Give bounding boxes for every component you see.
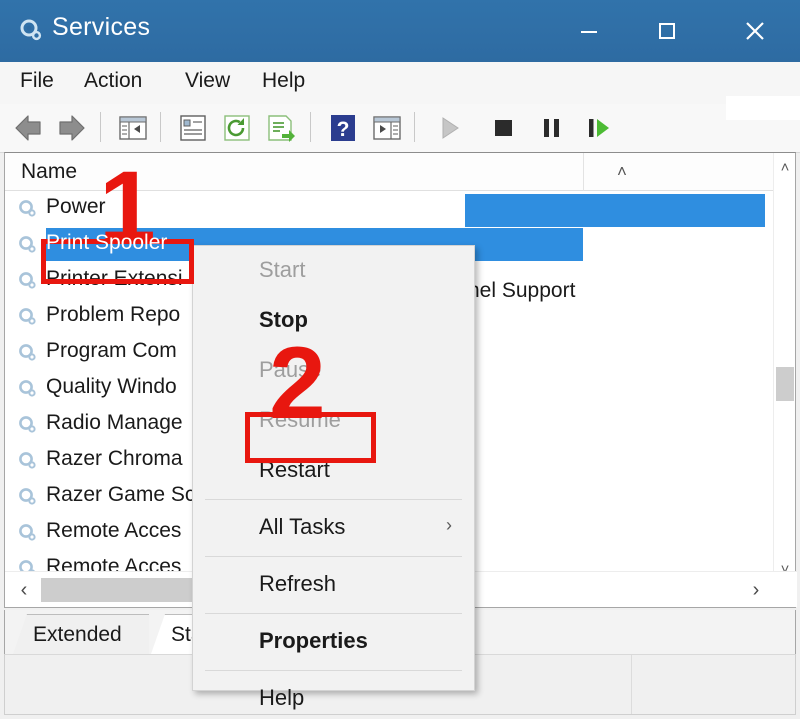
menu-item-refresh[interactable]: Refresh xyxy=(193,560,474,610)
toolbar-separator xyxy=(310,112,311,142)
menu-item-stop[interactable]: Stop xyxy=(193,296,474,346)
menu-item-action[interactable]: Action xyxy=(84,69,142,93)
services-gear-icon xyxy=(18,18,44,44)
show-hide-console-tree-icon[interactable] xyxy=(116,112,150,144)
refresh-icon[interactable] xyxy=(220,112,254,144)
service-name: Remote Acces xyxy=(46,555,181,571)
menu-item-label: Start xyxy=(259,257,305,283)
sort-ascending-icon: ˄ xyxy=(617,162,627,182)
menu-item-properties[interactable]: Properties xyxy=(193,617,474,667)
service-name: Radio Manage xyxy=(46,411,183,435)
minimize-icon[interactable] xyxy=(556,0,622,62)
context-menu: StartStopPauseResumeRestartAll Tasks›Ref… xyxy=(192,245,475,691)
toolbar-separator xyxy=(160,112,161,142)
menu-item-label: Refresh xyxy=(259,571,336,597)
toolbar-separator xyxy=(100,112,101,142)
toolbar-separator xyxy=(414,112,415,142)
service-name: Problem Repo xyxy=(46,303,180,327)
back-arrow-icon[interactable] xyxy=(12,112,46,144)
scrollbar-thumb[interactable] xyxy=(776,367,794,401)
menu-item-label: All Tasks xyxy=(259,514,345,540)
help-icon[interactable]: ? xyxy=(326,112,360,144)
scroll-left-icon[interactable]: ‹ xyxy=(9,572,39,608)
menu-separator xyxy=(205,613,462,614)
toolbar: ? xyxy=(0,104,800,153)
service-gear-icon xyxy=(17,558,39,571)
maximize-icon[interactable] xyxy=(634,0,700,62)
service-name: Razer Game Sc xyxy=(46,483,195,507)
show-action-pane-icon[interactable] xyxy=(370,112,404,144)
menu-item-pause: Pause xyxy=(193,346,474,396)
tab-extended[interactable]: Extended xyxy=(13,614,149,654)
services-window: Services File Action View Help xyxy=(0,0,800,719)
menu-item-view[interactable]: View xyxy=(185,69,230,93)
service-gear-icon xyxy=(17,198,39,220)
menu-separator xyxy=(205,670,462,671)
close-icon[interactable] xyxy=(722,0,788,62)
service-gear-icon xyxy=(17,270,39,292)
menu-separator xyxy=(205,499,462,500)
list-right-column: nel Support xyxy=(583,191,773,571)
scrollbar-thumb[interactable] xyxy=(41,578,201,602)
menu-bar: File Action View Help xyxy=(0,62,800,105)
service-gear-icon xyxy=(17,306,39,328)
menu-item-help[interactable]: Help xyxy=(262,69,305,93)
title-bar: Services xyxy=(0,0,800,62)
window-title: Services xyxy=(52,13,150,42)
menu-item-file[interactable]: File xyxy=(20,69,54,93)
export-list-icon[interactable] xyxy=(264,112,298,144)
chevron-right-icon: › xyxy=(446,515,452,536)
service-gear-icon xyxy=(17,450,39,472)
menu-item-label: Properties xyxy=(259,628,368,654)
column-header-name[interactable]: Name xyxy=(21,160,77,184)
menu-separator xyxy=(205,556,462,557)
svg-text:?: ? xyxy=(337,118,350,141)
menu-item-start: Start xyxy=(193,246,474,296)
menu-item-help[interactable]: Help xyxy=(193,674,474,719)
service-gear-icon xyxy=(17,234,39,256)
menu-item-all-tasks[interactable]: All Tasks › xyxy=(193,503,474,553)
service-name: Power xyxy=(46,195,106,219)
service-gear-icon xyxy=(17,522,39,544)
selected-row-highlight-extension xyxy=(465,194,765,227)
restart-service-icon[interactable] xyxy=(582,112,616,144)
service-gear-icon xyxy=(17,414,39,436)
scroll-right-icon[interactable]: › xyxy=(741,572,771,608)
service-name: Quality Windo xyxy=(46,375,177,399)
vertical-scrollbar[interactable]: ˄ ˅ xyxy=(773,153,795,607)
stop-service-icon[interactable] xyxy=(486,112,520,144)
annotation-step-2: 2 xyxy=(269,332,326,434)
service-gear-icon xyxy=(17,342,39,364)
service-gear-icon xyxy=(17,486,39,508)
compression-artifact xyxy=(726,96,800,120)
scroll-up-icon[interactable]: ˄ xyxy=(774,155,796,179)
tab-extended-label: Extended xyxy=(33,623,122,647)
service-name: Print Spooler xyxy=(46,231,167,255)
service-name: Razer Chroma xyxy=(46,447,183,471)
status-bar-divider xyxy=(631,655,632,714)
start-service-icon[interactable] xyxy=(432,112,466,144)
forward-arrow-icon[interactable] xyxy=(54,112,88,144)
service-gear-icon xyxy=(17,378,39,400)
pause-service-icon[interactable] xyxy=(534,112,568,144)
menu-item-label: Help xyxy=(259,685,304,711)
description-text-fragment: nel Support xyxy=(468,279,575,303)
properties-icon[interactable] xyxy=(176,112,210,144)
service-name: Program Com xyxy=(46,339,177,363)
service-name: Remote Acces xyxy=(46,519,181,543)
